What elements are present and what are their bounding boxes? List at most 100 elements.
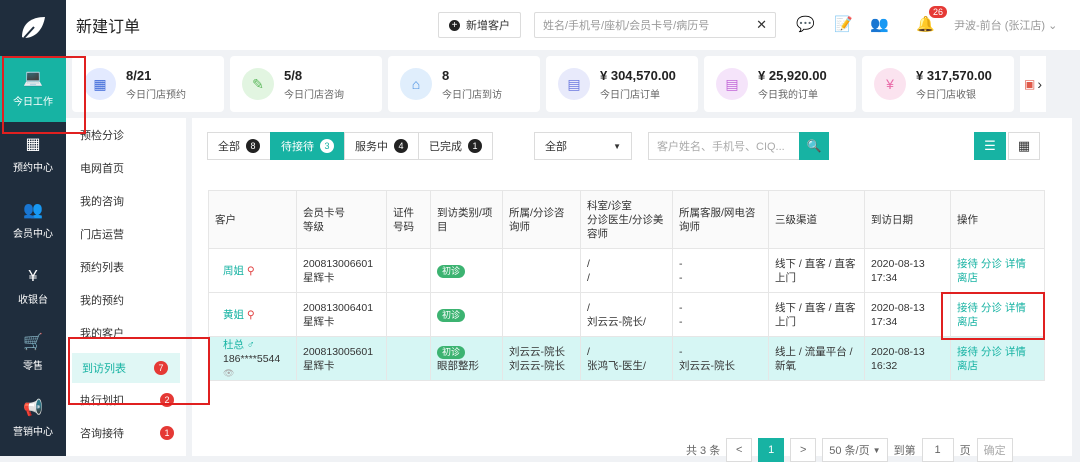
- chevron-right-icon: ›: [1037, 76, 1042, 92]
- new-customer-label: 新增客户: [466, 20, 510, 32]
- tab-pending[interactable]: 待接待 3: [270, 132, 345, 160]
- sidebar-item-my-appointments[interactable]: 我的预约: [66, 283, 186, 316]
- stat-card[interactable]: ▦ 8/21 今日门店预约: [72, 56, 224, 112]
- date-cell: 2020-08-13 16:32: [864, 336, 951, 381]
- nav-label: 零售: [23, 360, 43, 372]
- visit-date: 2020-08-13: [871, 301, 925, 314]
- team-icon[interactable]: 👥: [870, 15, 889, 33]
- user-menu[interactable]: 尹波-前台 (张江店) ⌄: [954, 17, 1057, 33]
- grid-icon: ▦: [1017, 138, 1031, 153]
- nav-item-cashier[interactable]: ¥ 收银台: [0, 254, 66, 320]
- global-search-input[interactable]: 姓名/手机号/座机/会员卡号/病历号 ✕: [534, 12, 776, 38]
- id-cell: [386, 248, 431, 293]
- col-ops: 操作: [950, 190, 1045, 249]
- tab-all[interactable]: 全部 8: [207, 132, 271, 160]
- page-title: 新建订单: [76, 19, 141, 36]
- sidebar-item-web-home[interactable]: 电网首页: [66, 151, 186, 184]
- customer-name[interactable]: 周姐: [223, 265, 244, 277]
- stat-value: ¥ 304,570.00: [600, 67, 676, 83]
- sidebar-item-label: 我的客户: [80, 327, 124, 340]
- prev-page-button[interactable]: <: [726, 438, 753, 462]
- sidebar-item-appointments[interactable]: 预约列表: [66, 250, 186, 283]
- chevron-down-icon: ⌄: [1048, 20, 1058, 32]
- sidebar-item-triage[interactable]: 预检分诊: [66, 118, 186, 151]
- stats-next-button[interactable]: ▣ ›: [1020, 56, 1046, 112]
- calendar-stat-icon: ▦: [84, 68, 116, 100]
- visit-time: 16:32: [871, 359, 898, 372]
- users-icon: 👥: [23, 201, 43, 219]
- sidebar-item-label: 门店运营: [80, 228, 124, 241]
- channel-cell: 线上 / 流量平台 / 新氧: [768, 336, 865, 381]
- tab-count: 1: [468, 139, 482, 153]
- wechat-icon[interactable]: 💬: [796, 15, 815, 33]
- store-stat-icon: ⌂: [400, 68, 432, 100]
- customer-cell: 周姐 ⚲: [208, 248, 297, 293]
- dept-cell: / 张鸿飞-医生/: [580, 336, 673, 381]
- card-cell: 200813006401 星辉卡: [296, 292, 387, 337]
- nav-label: 收银台: [18, 294, 48, 306]
- customer-name[interactable]: 黄姐: [223, 309, 244, 321]
- filter-select[interactable]: 全部 ▼: [534, 132, 632, 160]
- stat-label: 今日门店收银: [916, 89, 976, 101]
- sidebar-item-visits[interactable]: 到访列表 7: [72, 353, 180, 383]
- leave-action[interactable]: 离店: [957, 315, 1038, 329]
- leave-action[interactable]: 离店: [957, 271, 1038, 285]
- table-row: 黄姐 ⚲ 200813006401 星辉卡 初诊 / 刘云云-院长/ -- 线下 /…: [208, 292, 1045, 337]
- card-level: 星辉卡: [303, 271, 335, 284]
- stat-card[interactable]: ▤ ¥ 25,920.00 今日我的订单: [704, 56, 856, 112]
- goto-confirm-button[interactable]: 确定: [976, 438, 1013, 462]
- nav-item-marketing[interactable]: 📢 营销中心: [0, 386, 66, 452]
- stat-card[interactable]: ✎ 5/8 今日门店咨询: [230, 56, 382, 112]
- nav-item-today[interactable]: 💻 今日工作: [0, 56, 66, 122]
- new-customer-button[interactable]: + 新增客户: [438, 12, 521, 38]
- brand-logo: [0, 0, 66, 56]
- tab-completed[interactable]: 已完成 1: [418, 132, 493, 160]
- goto-page-input[interactable]: 1: [921, 438, 954, 462]
- leave-action[interactable]: 离店: [957, 359, 1038, 373]
- visit-cell: 初诊: [430, 248, 503, 293]
- row-actions[interactable]: 接待 分诊 详情: [957, 301, 1038, 315]
- sidebar-item-store-ops[interactable]: 门店运营: [66, 217, 186, 250]
- list-view-button[interactable]: ☰: [974, 132, 1006, 160]
- main-panel: 全部 8 待接待 3 服务中 4 已完成 1 全部 ▼ 客户姓名、手机号、CIQ... 🔍…: [192, 118, 1072, 462]
- table-row: 周姐 ⚲ 200813006601 星辉卡 初诊 / / -- 线下 / 直客 / …: [208, 248, 1045, 293]
- stat-value: ¥ 317,570.00: [916, 67, 992, 83]
- date-cell: 2020-08-13 17:34: [864, 292, 951, 337]
- bell-icon[interactable]: 🔔: [916, 15, 935, 33]
- keyword-search-input[interactable]: 客户姓名、手机号、CIQ...: [648, 132, 800, 160]
- pagination: 共 3 条 < 1 > 50 条/页 ▼ 到第 1 页 确定: [686, 438, 1013, 462]
- grid-view-button[interactable]: ▦: [1008, 132, 1040, 160]
- stat-card[interactable]: ⌂ 8 今日门店到访: [388, 56, 540, 112]
- nav-item-appointment[interactable]: ▦ 预约中心: [0, 122, 66, 188]
- tab-in-service[interactable]: 服务中 4: [344, 132, 419, 160]
- search-icon[interactable]: ⚲: [247, 309, 255, 321]
- sidebar-item-my-consult[interactable]: 我的咨询: [66, 184, 186, 217]
- stat-card[interactable]: ¥ ¥ 317,570.00 今日门店收银: [862, 56, 1014, 112]
- customer-name[interactable]: 杜总: [223, 339, 244, 351]
- sidebar-item-label: 预检分诊: [80, 129, 124, 142]
- sidebar-item-deduction[interactable]: 执行划扣 2: [66, 383, 186, 416]
- dept-line: /: [587, 301, 590, 314]
- stat-card[interactable]: ▤ ¥ 304,570.00 今日门店订单: [546, 56, 698, 112]
- sidebar-item-reception[interactable]: 咨询接待 1: [66, 416, 186, 449]
- visit-date: 2020-08-13: [871, 257, 925, 270]
- top-bar: 新建订单 + 新增客户 姓名/手机号/座机/会员卡号/病历号 ✕ 💬 📝 👥 🔔…: [66, 0, 1080, 50]
- nav-item-member[interactable]: 👥 会员中心: [0, 188, 66, 254]
- row-actions[interactable]: 接待 分诊 详情: [957, 345, 1038, 359]
- clear-icon[interactable]: ✕: [756, 17, 767, 33]
- visit-tag: 初诊: [437, 264, 466, 278]
- document-icon[interactable]: 📝: [834, 15, 853, 33]
- search-button[interactable]: 🔍: [799, 132, 829, 160]
- search-icon[interactable]: ⚲: [247, 265, 255, 277]
- eye-icon[interactable]: 👁: [223, 366, 290, 380]
- sidebar-item-my-customers[interactable]: 我的客户: [66, 316, 186, 349]
- service-line: 刘云云-院长: [679, 359, 735, 372]
- next-page-button[interactable]: >: [790, 438, 817, 462]
- table-row: 杜总 ♂ 186****5544 👁 200813005601 星辉卡 初诊 眼部整形 …: [208, 336, 1045, 381]
- col-service: 所属客服/网电咨询师: [672, 190, 769, 249]
- nav-item-retail[interactable]: 🛒 零售: [0, 320, 66, 386]
- table-header: 客户 会员卡号 等级 证件号码 到访类别/项目 所属/分诊咨询师 科室/诊室 分…: [208, 190, 1045, 249]
- current-page[interactable]: 1: [758, 438, 785, 462]
- row-actions[interactable]: 接待 分诊 详情: [957, 257, 1038, 271]
- page-size-select[interactable]: 50 条/页 ▼: [822, 438, 888, 462]
